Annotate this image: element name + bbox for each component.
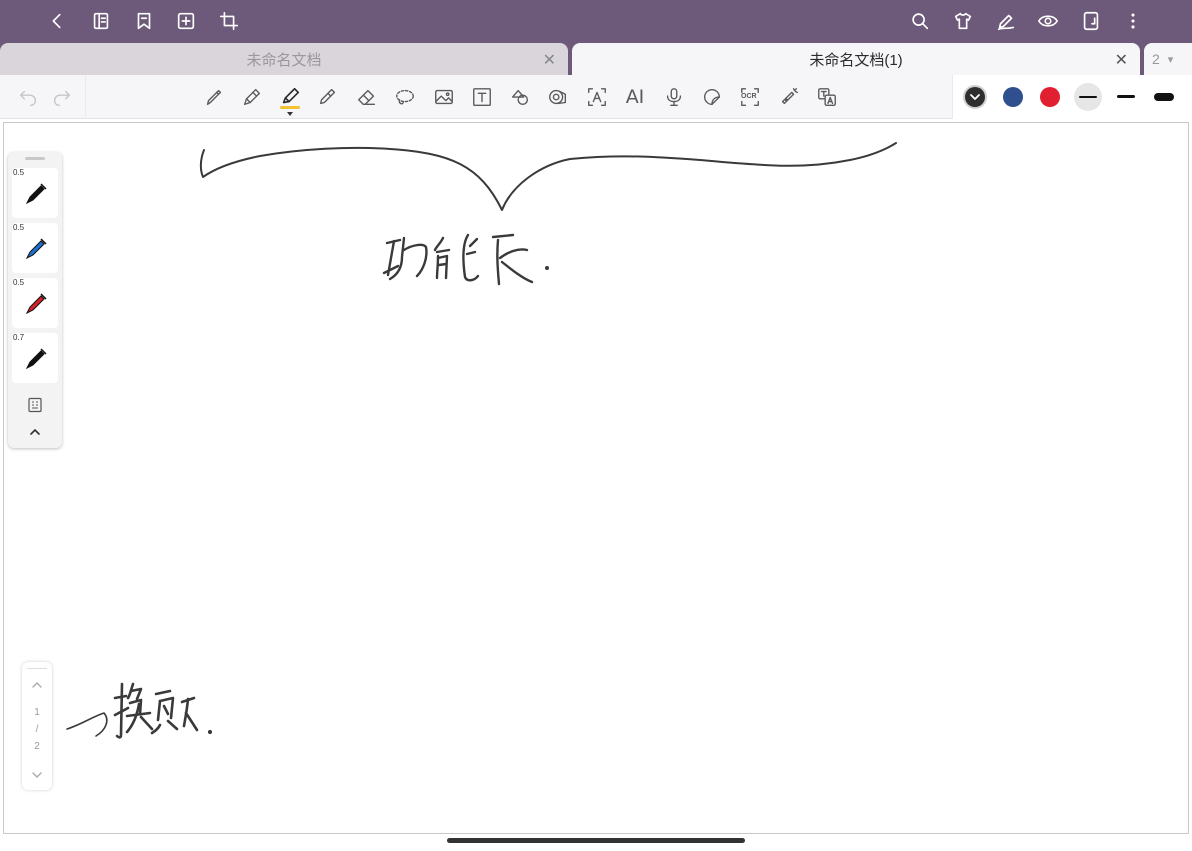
- next-page-chevron-down-icon[interactable]: [29, 768, 45, 782]
- favorite-pen-1[interactable]: 0.5: [12, 168, 58, 218]
- fountain-pen-icon[interactable]: [238, 83, 266, 111]
- thin-line-icon: [1079, 96, 1097, 98]
- lasso-icon[interactable]: [391, 83, 419, 111]
- marker-icon[interactable]: [314, 83, 342, 111]
- ai-icon[interactable]: AI: [621, 83, 649, 111]
- document-tabs: 未命名文档 ✕ 未命名文档(1) ✕ 2 ▾: [0, 43, 1192, 75]
- back-icon[interactable]: [44, 8, 70, 34]
- color-swatch-blue[interactable]: [1003, 87, 1023, 107]
- tab-label: 未命名文档(1): [809, 51, 903, 69]
- tab-document-2[interactable]: 未命名文档(1) ✕: [572, 43, 1140, 75]
- color-thickness-panel: [952, 75, 1192, 119]
- close-tab-icon[interactable]: ✕: [543, 50, 556, 70]
- redo-icon[interactable]: [48, 83, 76, 111]
- previous-page-chevron-up-icon[interactable]: [29, 678, 45, 692]
- highlighter-pen-icon[interactable]: [276, 83, 304, 116]
- ocr-label: OCR: [741, 93, 757, 100]
- thickness-thin-button[interactable]: [1074, 83, 1102, 111]
- add-page-icon[interactable]: [173, 8, 199, 34]
- drag-handle[interactable]: [25, 157, 45, 160]
- layout-icon[interactable]: [1078, 8, 1104, 34]
- sidebar-panel-icon[interactable]: [88, 8, 114, 34]
- chevron-down-icon: [970, 94, 980, 100]
- translate-icon[interactable]: [813, 83, 841, 111]
- pen-size-label: 0.5: [13, 278, 25, 287]
- favorite-pens-panel: 0.5 0.5 0.5 0.7: [8, 152, 62, 448]
- eraser-icon[interactable]: [353, 83, 381, 111]
- ocr-icon[interactable]: OCR: [736, 83, 764, 111]
- tool-toolbar: AI OCR: [0, 75, 1192, 119]
- theme-shirt-icon[interactable]: [950, 8, 976, 34]
- close-tab-icon[interactable]: ✕: [1115, 50, 1128, 70]
- tab-count: 2: [1152, 51, 1160, 67]
- pen-icon: [25, 183, 47, 205]
- favorite-pen-2[interactable]: 0.5: [12, 223, 58, 273]
- shape-icon[interactable]: [506, 83, 534, 111]
- history-group: [0, 75, 86, 119]
- medium-line-icon: [1117, 95, 1135, 98]
- undo-icon[interactable]: [14, 83, 42, 111]
- pen-icon: [25, 238, 47, 260]
- pen-size-label: 0.5: [13, 223, 25, 232]
- crop-icon[interactable]: [216, 8, 242, 34]
- thickness-medium-button[interactable]: [1112, 83, 1140, 111]
- bookmark-icon[interactable]: [131, 8, 157, 34]
- thick-line-icon: [1154, 93, 1174, 101]
- tape-icon[interactable]: [544, 83, 572, 111]
- chevron-down-icon: ▾: [1167, 53, 1174, 66]
- chevron-up-icon[interactable]: [27, 424, 43, 440]
- color-swatch-red[interactable]: [1040, 87, 1060, 107]
- search-icon[interactable]: [907, 8, 933, 34]
- active-tool-underline: [280, 106, 300, 109]
- laser-pointer-icon[interactable]: [775, 83, 803, 111]
- thickness-thick-button[interactable]: [1150, 83, 1178, 111]
- favorite-pen-3[interactable]: 0.5: [12, 278, 58, 328]
- tab-label: 未命名文档: [246, 51, 322, 69]
- top-app-bar: [0, 0, 1192, 43]
- system-home-indicator[interactable]: [447, 838, 745, 843]
- pen-edit-icon[interactable]: [993, 8, 1019, 34]
- pencil-icon[interactable]: [200, 83, 228, 111]
- pen-icon: [25, 348, 47, 370]
- eye-icon[interactable]: [1035, 8, 1061, 34]
- microphone-icon[interactable]: [660, 83, 688, 111]
- current-page-number: 1: [34, 707, 40, 718]
- total-page-count: 2: [34, 741, 40, 752]
- favorite-pen-4[interactable]: 0.7: [12, 333, 58, 383]
- ai-label: AI: [625, 86, 645, 108]
- more-icon[interactable]: [1120, 8, 1146, 34]
- pen-icon: [25, 293, 47, 315]
- pen-size-label: 0.7: [13, 333, 25, 342]
- image-icon[interactable]: [430, 83, 458, 111]
- text-recognition-icon[interactable]: [583, 83, 611, 111]
- divider: [27, 668, 47, 669]
- page-separator: /: [35, 724, 39, 735]
- tab-overflow-button[interactable]: 2 ▾: [1144, 43, 1192, 75]
- pen-settings-icon[interactable]: [27, 397, 43, 413]
- tool-options-caret-icon: [287, 112, 293, 116]
- note-page-canvas[interactable]: [3, 122, 1189, 834]
- tab-document-1[interactable]: 未命名文档 ✕: [0, 43, 568, 75]
- sticker-icon[interactable]: [698, 83, 726, 111]
- page-navigator: 1 / 2: [22, 662, 52, 790]
- pen-size-label: 0.5: [13, 168, 25, 177]
- text-box-icon[interactable]: [468, 83, 496, 111]
- color-swatch-black[interactable]: [965, 87, 985, 107]
